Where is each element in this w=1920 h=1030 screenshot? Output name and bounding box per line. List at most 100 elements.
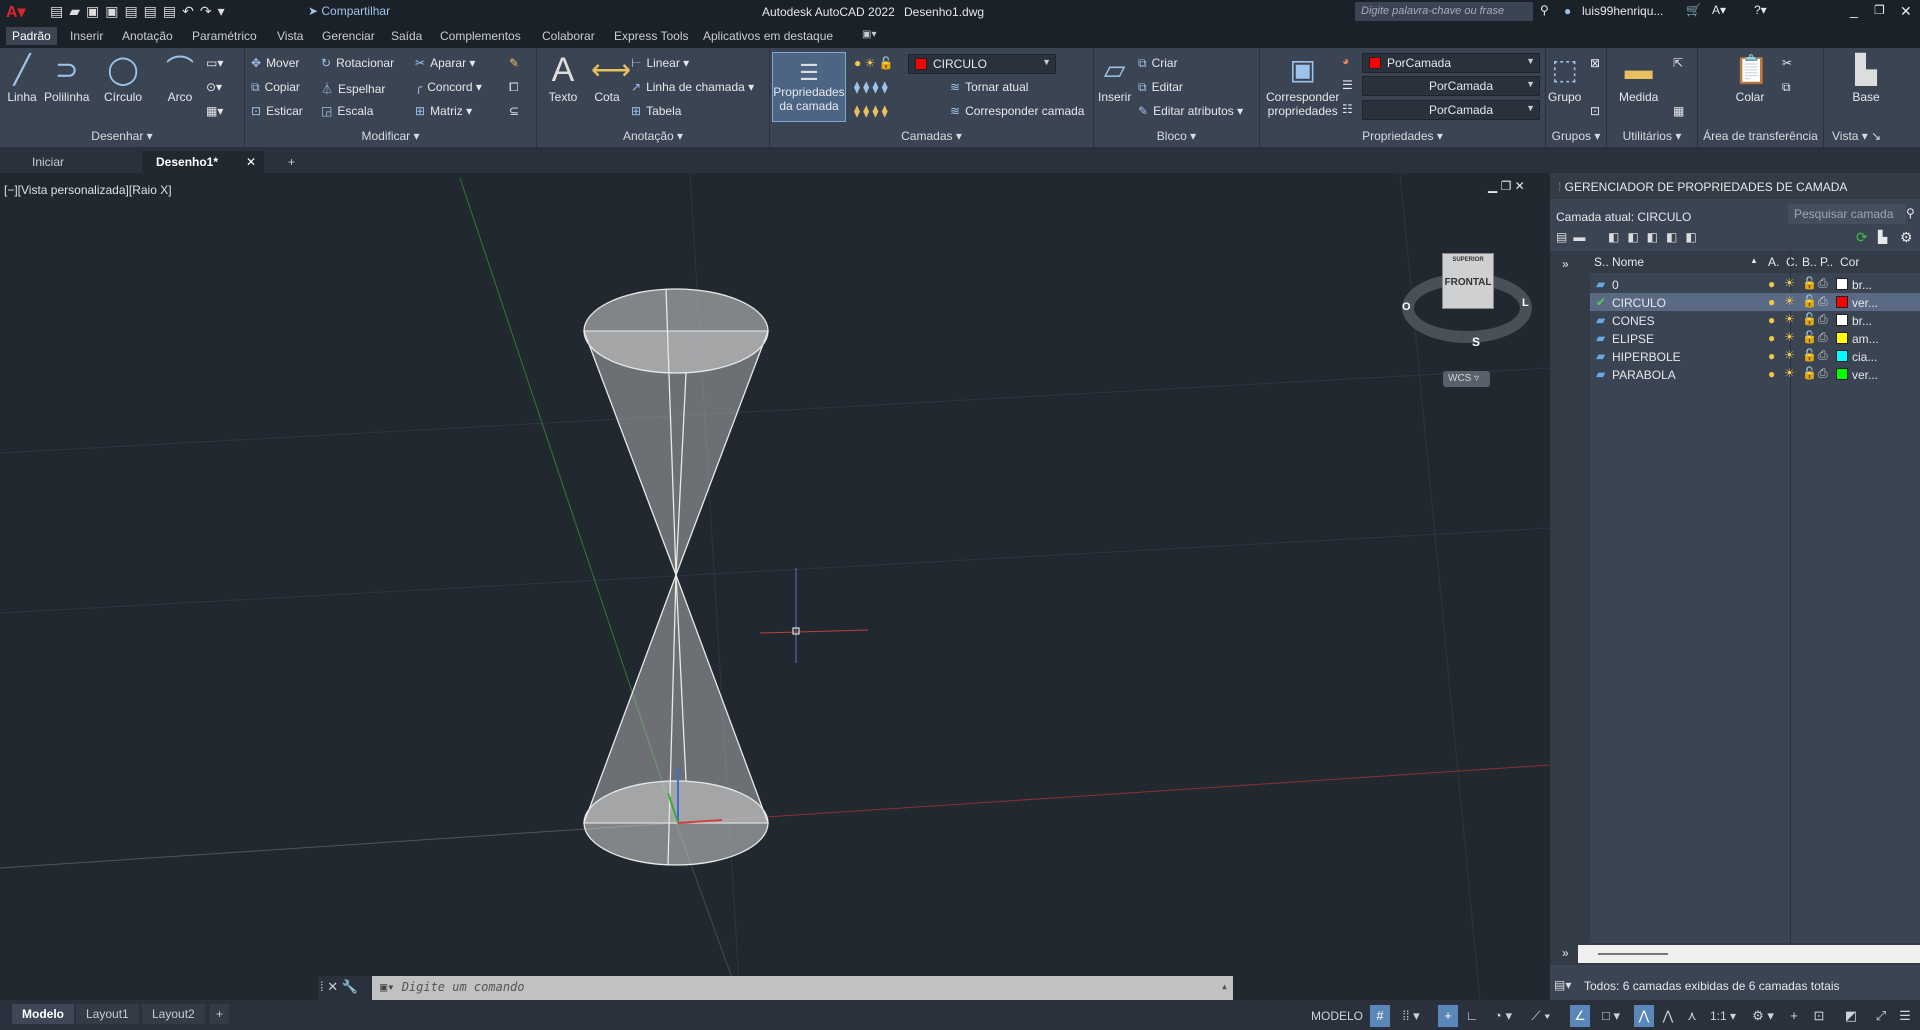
search-icon[interactable]: ⚲ [1906, 206, 1915, 220]
polar-tracking-icon[interactable]: ◔ ▾ [1486, 1005, 1520, 1027]
colar-button[interactable]: 📋 Colar [1734, 54, 1769, 104]
matriz-button[interactable]: ⊞ Matriz ▾ [415, 104, 472, 118]
search-icon[interactable]: ⚲ [1540, 3, 1549, 17]
unlock-icon[interactable]: 🔓 [1802, 276, 1817, 290]
lineweight-dropdown[interactable]: PorCamada ▼ [1362, 100, 1540, 120]
share-button[interactable]: ➤ Compartilhar [308, 4, 390, 18]
grupo-button[interactable]: ⬚ Grupo [1548, 54, 1581, 104]
layer-panel-title[interactable]: ⁞ GERENCIADOR DE PROPRIEDADES DE CAMADA [1550, 173, 1920, 199]
command-history-icon[interactable]: ▲ [1222, 982, 1227, 991]
cut-icon[interactable]: ✂ [1782, 56, 1792, 70]
auto-scale-icon[interactable]: ⋀ [1658, 1005, 1678, 1027]
annotation-scale-icon[interactable]: ⋏ [1682, 1005, 1702, 1027]
dynamic-input-icon[interactable]: + [1438, 1005, 1458, 1027]
add-layout-button[interactable]: + [210, 1004, 230, 1024]
gear-icon[interactable]: ⚙ [1900, 229, 1913, 246]
expand-icon[interactable]: » [1562, 257, 1569, 271]
sun-icon[interactable]: ☀ [1784, 366, 1795, 380]
explode-icon[interactable]: ⧠ [509, 80, 519, 95]
layer-color-swatch[interactable] [1836, 350, 1848, 362]
layer-row[interactable]: ▰ CONES ● ☀ 🔓 ⎙ br... [1590, 311, 1920, 329]
annotation-visibility-icon[interactable]: ⋀ [1634, 1005, 1654, 1027]
lightbulb-icon[interactable]: ● [1768, 295, 1775, 309]
close-command-icon[interactable]: ✕ [327, 979, 338, 994]
new-tab-button[interactable]: + [274, 151, 309, 173]
printer-icon[interactable]: ⎙ [1818, 294, 1828, 309]
erase-icon[interactable]: ✎ [509, 56, 519, 70]
header-status[interactable]: S.. [1594, 255, 1609, 269]
unlock-icon[interactable]: 🔓 [1802, 294, 1817, 308]
cota-button[interactable]: ⟷ Cota [591, 54, 631, 104]
anotacao-panel-label[interactable]: Anotação ▾ [537, 129, 769, 143]
printer-icon[interactable]: ⎙ [1818, 312, 1828, 327]
help-icon[interactable]: ?▾ [1754, 3, 1767, 17]
customize-menu-icon[interactable]: ☰ [1894, 1005, 1916, 1027]
layer-search-input[interactable]: Pesquisar camada [1788, 204, 1906, 224]
annotation-monitor-icon[interactable]: + [1784, 1005, 1804, 1027]
compass-east[interactable]: L [1522, 297, 1529, 309]
propriedades-panel-label[interactable]: Propriedades ▾ [1260, 129, 1545, 143]
ribbon-toggle-icon[interactable]: ▣▾ [862, 29, 876, 40]
layout-tab-layout2[interactable]: Layout2 [142, 1004, 205, 1024]
layer-color-name[interactable]: ver... [1852, 368, 1878, 382]
tab-complementos[interactable]: Complementos [440, 29, 521, 43]
user-menu[interactable]: luis99henriqu... [1582, 4, 1663, 18]
mover-button[interactable]: ✥ Mover [251, 56, 299, 70]
viewcube-top-face[interactable]: SUPERIOR [1443, 257, 1493, 263]
unlock-icon[interactable]: 🔓 [1802, 330, 1817, 344]
tabela-button[interactable]: ⊞ Tabela [631, 104, 681, 118]
rotacionar-button[interactable]: ↻ Rotacionar [321, 56, 394, 70]
search-input[interactable]: Digite palavra-chave ou frase [1355, 2, 1533, 21]
layer-name[interactable]: PARABOLA [1612, 368, 1676, 382]
header-on[interactable]: A. [1768, 255, 1779, 269]
aparar-button[interactable]: ✂ Aparar ▾ [415, 56, 475, 70]
tab-parametrico[interactable]: Paramétrico [192, 29, 257, 43]
lightbulb-icon[interactable]: ● [1768, 331, 1775, 345]
printer-icon[interactable]: ⎙ [1818, 348, 1828, 363]
sun-icon[interactable]: ☀ [1784, 330, 1795, 344]
close-tab-icon[interactable]: ✕ [246, 155, 256, 169]
propriedades-camada-button[interactable]: ☰ Propriedades da camada [772, 52, 846, 122]
criar-button[interactable]: ⧉ Criar [1138, 56, 1178, 71]
tab-anotacao[interactable]: Anotação [122, 29, 173, 43]
layer-color-swatch[interactable] [1836, 314, 1848, 326]
corresponder-propriedades-button[interactable]: ▣ Corresponder propriedades [1266, 54, 1339, 118]
layer-color-swatch[interactable] [1836, 296, 1848, 308]
unlock-icon[interactable]: 🔓 [1802, 312, 1817, 326]
layer-horizontal-scroll[interactable]: » [1550, 943, 1920, 965]
customize-wrench-icon[interactable]: 🔧 [342, 979, 358, 994]
grupos-panel-label[interactable]: Grupos ▾ [1546, 129, 1606, 143]
fullscreen-icon[interactable]: ⤢ [1870, 1005, 1892, 1027]
utilitarios-panel-label[interactable]: Utilitários ▾ [1607, 129, 1697, 143]
layer-settings-icon[interactable]: ▙ [1878, 230, 1887, 244]
drawing-viewport[interactable]: [−][Vista personalizada][Raio X] ▁ ❐ ✕ O… [0, 173, 1550, 1000]
linha-chamada-button[interactable]: ↗ Linha de chamada ▾ [631, 80, 754, 94]
snap-toggle-icon[interactable]: ⁞⁞ ▾ [1394, 1005, 1428, 1027]
tab-iniciar[interactable]: Iniciar [18, 151, 142, 173]
layer-action-icons[interactable]: ◧◧◧◧◧ [1608, 230, 1705, 244]
layer-name[interactable]: HIPERBOLE [1612, 350, 1681, 364]
gradient-icon[interactable]: ▦▾ [206, 104, 223, 118]
tab-express-tools[interactable]: Express Tools [614, 29, 688, 43]
esticar-button[interactable]: ⊡ Esticar [251, 104, 303, 118]
command-input[interactable]: ▣▾ Digite um comando ▲ [372, 976, 1233, 1000]
grid-toggle-icon[interactable]: # [1370, 1005, 1390, 1027]
printer-icon[interactable]: ⎙ [1818, 276, 1828, 291]
cart-icon[interactable]: 🛒 [1686, 3, 1701, 17]
lightbulb-icon[interactable]: ● [1768, 349, 1775, 363]
escala-button[interactable]: ◲ Escala [321, 104, 373, 118]
graphics-performance-icon[interactable]: ◩ [1840, 1005, 1862, 1027]
printer-icon[interactable]: ⎙ [1818, 366, 1828, 381]
header-cor[interactable]: Cor [1840, 255, 1859, 269]
layer-color-swatch[interactable] [1836, 278, 1848, 290]
layer-row[interactable]: ▰ 0 ● ☀ 🔓 ⎙ br... [1590, 275, 1920, 293]
layer-name[interactable]: 0 [1612, 278, 1619, 292]
arco-button[interactable]: ⌒ Arco [164, 54, 196, 104]
circulo-button[interactable]: ◯ Círculo [104, 54, 142, 104]
sun-icon[interactable]: ☀ [1784, 294, 1795, 308]
layer-tools-row2[interactable]: ⧫ ⧫ ⧫ ⧫ [854, 80, 888, 94]
tab-gerenciar[interactable]: Gerenciar [322, 29, 375, 43]
object-snap-icon[interactable]: □ ▾ [1594, 1005, 1628, 1027]
layer-color-name[interactable]: cia... [1852, 350, 1877, 364]
desenhar-panel-label[interactable]: Desenhar ▾ [0, 129, 244, 143]
